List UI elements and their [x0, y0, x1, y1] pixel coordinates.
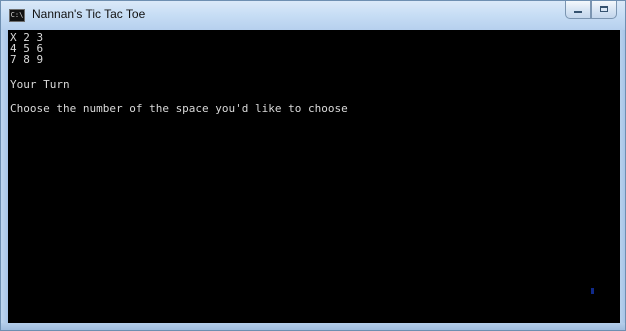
bottom-window-frame — [1, 323, 625, 330]
minimize-icon — [574, 11, 582, 13]
window-title: Nannan's Tic Tac Toe — [32, 7, 146, 21]
console-window: C:\ Nannan's Tic Tac Toe X 2 3 4 5 6 7 8… — [0, 0, 626, 331]
console-cursor — [591, 288, 594, 294]
window-controls — [565, 1, 617, 21]
console-output-area[interactable]: X 2 3 4 5 6 7 8 9 Your Turn Choose the n… — [8, 30, 620, 325]
turn-status-text: Your Turn — [10, 78, 70, 91]
maximize-button[interactable] — [591, 1, 617, 19]
left-window-frame — [1, 30, 8, 323]
move-prompt-text: Choose the number of the space you'd lik… — [10, 102, 348, 115]
minimize-button[interactable] — [565, 1, 591, 19]
title-bar[interactable]: C:\ Nannan's Tic Tac Toe — [1, 1, 625, 30]
console-app-icon: C:\ — [9, 9, 25, 22]
maximize-icon — [600, 6, 608, 12]
board-row-3: 7 8 9 — [10, 53, 44, 66]
